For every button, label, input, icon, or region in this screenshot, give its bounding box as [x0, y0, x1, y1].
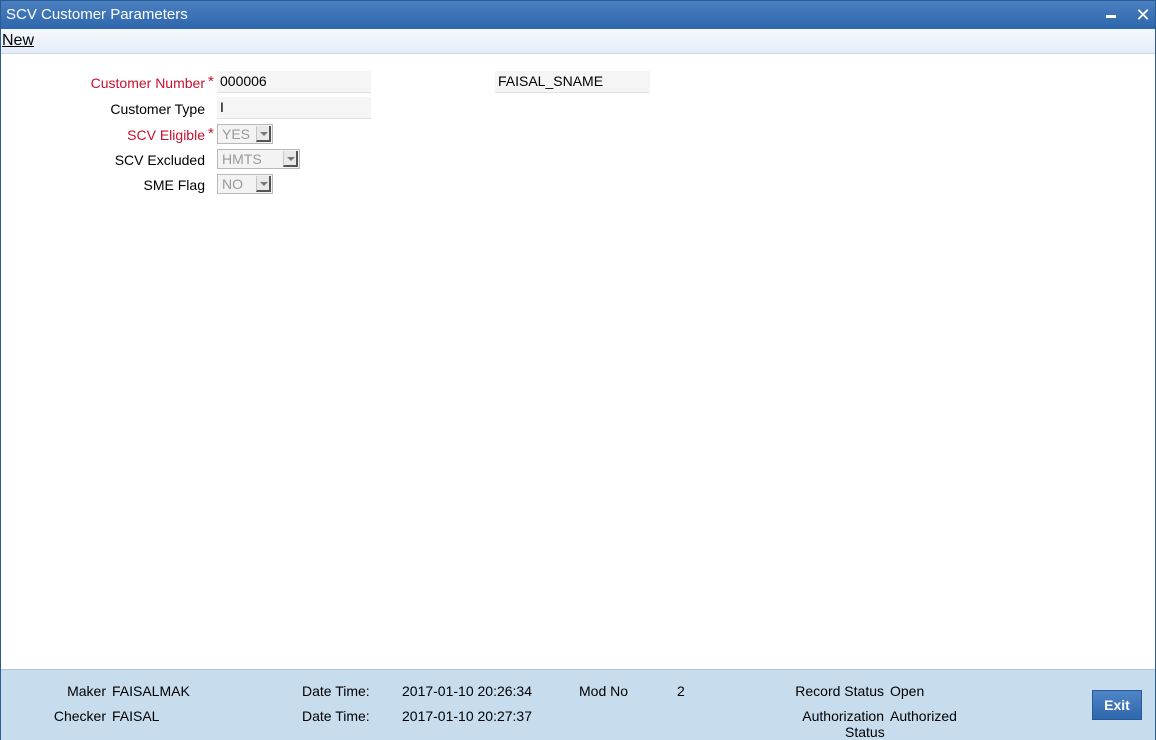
- date-time-label: Date Time:: [302, 683, 370, 699]
- authorization-status-label: Status: [845, 724, 885, 740]
- minimize-icon[interactable]: [1103, 5, 1123, 25]
- maker-date-time: 2017-01-10 20:26:34: [402, 683, 532, 699]
- chevron-down-icon[interactable]: [256, 176, 271, 192]
- customer-number-label: Customer Number: [90, 75, 205, 91]
- scv-eligible-select[interactable]: YES: [217, 124, 273, 144]
- title-bar: SCV Customer Parameters ✕: [1, 1, 1155, 29]
- app-window: SCV Customer Parameters ✕ New Customer N…: [0, 0, 1156, 740]
- maker-label: Maker: [67, 683, 106, 699]
- record-status-value: Open: [890, 683, 925, 699]
- customer-type-field[interactable]: I: [217, 97, 371, 119]
- customer-type-label: Customer Type: [110, 101, 205, 117]
- authorization-label: Authorization: [802, 708, 884, 724]
- sme-flag-value: NO: [222, 176, 243, 192]
- scv-excluded-value: HMTS: [222, 151, 262, 167]
- required-marker: *: [208, 73, 214, 90]
- date-time-label: Date Time:: [302, 708, 370, 724]
- checker-date-time: 2017-01-10 20:27:37: [402, 708, 532, 724]
- customer-number-field[interactable]: 000006: [217, 71, 371, 93]
- authorization-status-value: Authorized: [890, 708, 957, 724]
- close-icon[interactable]: ✕: [1133, 5, 1153, 25]
- window-title: SCV Customer Parameters: [6, 6, 188, 23]
- menu-bar: New: [1, 29, 1155, 54]
- mod-no-value: 2: [677, 683, 685, 699]
- chevron-down-icon[interactable]: [256, 126, 271, 142]
- customer-name-field: FAISAL_SNAME: [495, 71, 650, 93]
- scv-excluded-label: SCV Excluded: [114, 152, 205, 168]
- chevron-down-icon[interactable]: [283, 151, 298, 167]
- exit-button[interactable]: Exit: [1092, 690, 1142, 720]
- checker-label: Checker: [53, 708, 106, 724]
- checker-value: FAISAL: [112, 708, 160, 724]
- scv-excluded-select[interactable]: HMTS: [217, 149, 300, 169]
- scv-eligible-value: YES: [222, 126, 251, 142]
- sme-flag-label: SME Flag: [143, 177, 205, 193]
- required-marker: *: [208, 125, 214, 142]
- maker-value: FAISALMAK: [112, 683, 190, 699]
- mod-no-label: Mod No: [579, 683, 629, 699]
- record-status-label: Record Status: [795, 683, 884, 699]
- sme-flag-select[interactable]: NO: [217, 174, 273, 194]
- scv-eligible-label: SCV Eligible: [127, 127, 205, 143]
- audit-footer: Maker FAISALMAK Checker FAISAL Date Time…: [1, 669, 1155, 740]
- new-link[interactable]: New: [2, 32, 34, 50]
